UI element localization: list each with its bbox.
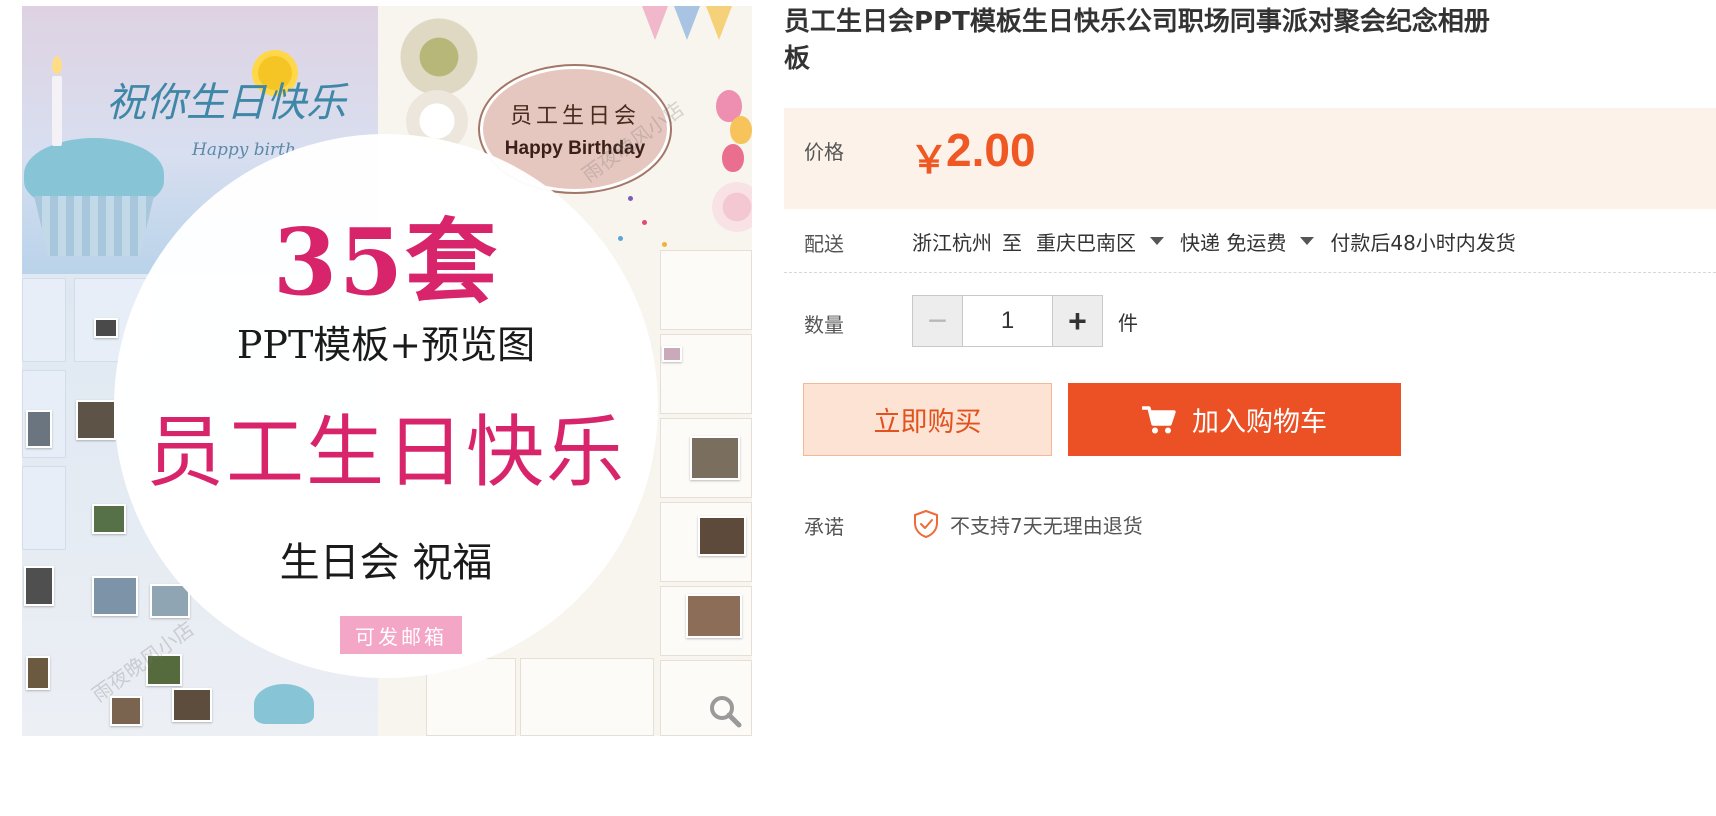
divider	[784, 272, 1716, 273]
headline-main: 员工生日快乐	[145, 408, 626, 498]
destination-select[interactable]: 重庆巴南区	[1036, 227, 1180, 256]
balloon-decoration	[722, 144, 744, 172]
headline-ppt: PPT模板+预览图	[236, 323, 536, 367]
ship-to-word: 至	[1002, 230, 1022, 255]
shield-check-icon	[914, 509, 938, 539]
promise-label: 承诺	[804, 515, 844, 539]
confetti	[662, 242, 667, 247]
buy-now-label: 立即购买	[873, 407, 982, 438]
oval-title: 员工生日会	[509, 104, 640, 129]
candle-flame	[52, 56, 62, 74]
increase-button[interactable]: +	[1052, 296, 1102, 346]
dispatch-note: 付款后48小时内发货	[1330, 230, 1516, 255]
destination-value: 重庆巴南区	[1036, 230, 1136, 255]
thumbnail-photo	[24, 566, 54, 606]
template-thumbnail	[22, 466, 66, 550]
template-count: 35套	[272, 208, 500, 316]
thumbnail-photo	[26, 410, 52, 448]
delivery-row: 浙江杭州 至 重庆巴南区 快递 免运费 付款后48小时内发货	[912, 226, 1516, 256]
template-thumbnail	[22, 278, 66, 362]
add-to-cart-button[interactable]: 加入购物车	[1068, 383, 1401, 456]
headline-circle: 35套 PPT模板+预览图 员工生日快乐 生日会 祝福 可发邮箱	[114, 134, 658, 678]
product-main-image[interactable]: 祝你生日快乐 Happy birth 员工生日会 Happy Birthday	[22, 6, 752, 736]
thumbnail-photo	[690, 436, 740, 480]
cupcake-thumbnail	[254, 684, 314, 724]
promise-text: 不支持7天无理由退货	[950, 513, 1143, 538]
template-thumbnail	[660, 250, 752, 330]
ship-from: 浙江杭州	[912, 230, 992, 255]
candle	[52, 76, 62, 146]
thumbnail-photo	[110, 696, 142, 726]
shopping-cart-icon	[1142, 405, 1176, 433]
quantity-input[interactable]	[963, 296, 1052, 346]
mail-badge: 可发邮箱	[340, 616, 462, 654]
decrease-button[interactable]: −	[913, 296, 963, 346]
thumbnail-photo	[698, 516, 746, 556]
bunting-flag	[642, 6, 668, 40]
promise-row: 不支持7天无理由退货	[912, 509, 1143, 539]
quantity-label: 数量	[804, 313, 844, 337]
corner-title: 祝你生日快乐	[106, 80, 346, 126]
thumbnail-photo	[686, 594, 742, 638]
thumbnail-photo	[26, 656, 50, 690]
thumbnail-photo	[76, 400, 116, 440]
bunting-flag	[674, 6, 700, 40]
product-title: 员工生日会PPT模板生日快乐公司职场同事派对聚会纪念相册 板	[784, 7, 1490, 74]
template-thumbnail	[520, 658, 654, 736]
headline-sub: 生日会 祝福	[279, 540, 493, 586]
thumbnail-photo	[172, 688, 212, 722]
shipping-method-select[interactable]: 快递 免运费	[1180, 227, 1330, 256]
delivery-label: 配送	[804, 232, 844, 256]
price-label: 价格	[804, 140, 844, 164]
chevron-down-icon	[1150, 237, 1164, 245]
add-to-cart-label: 加入购物车	[1192, 407, 1327, 438]
price-value: 2.00	[946, 124, 1036, 176]
quantity-stepper: − +	[912, 295, 1103, 347]
shipping-method-value: 快递 免运费	[1180, 230, 1287, 255]
quantity-unit: 件	[1118, 311, 1138, 335]
chevron-down-icon	[1300, 237, 1315, 245]
balloon-decoration	[730, 116, 752, 144]
bunting-flag	[706, 6, 732, 40]
currency-symbol: ￥	[910, 140, 949, 182]
thumbnail-photo	[662, 346, 682, 362]
buy-now-button[interactable]: 立即购买	[803, 383, 1052, 456]
magnifier-icon[interactable]	[708, 694, 742, 728]
